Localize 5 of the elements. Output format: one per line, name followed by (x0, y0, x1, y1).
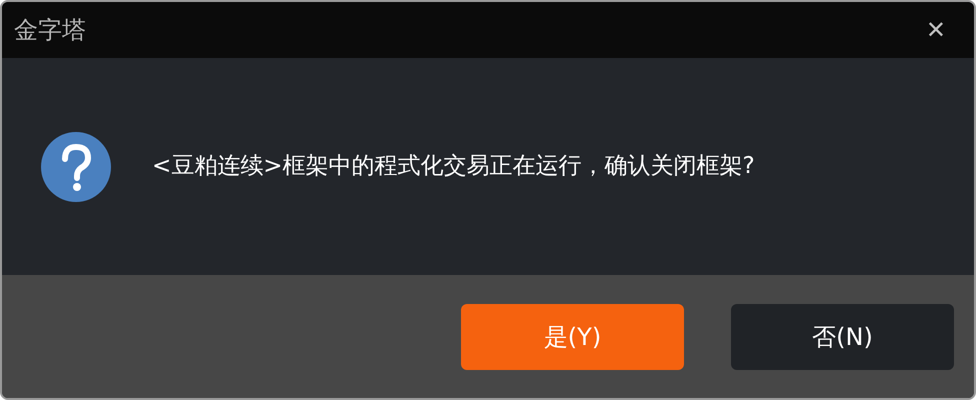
question-icon (40, 130, 112, 202)
confirm-message: <豆粕连续>框架中的程式化交易正在运行，确认关闭框架? (152, 152, 755, 182)
close-button[interactable]: ✕ (922, 18, 950, 42)
no-button[interactable]: 否(N) (731, 304, 954, 370)
window-title: 金字塔 (14, 15, 86, 46)
